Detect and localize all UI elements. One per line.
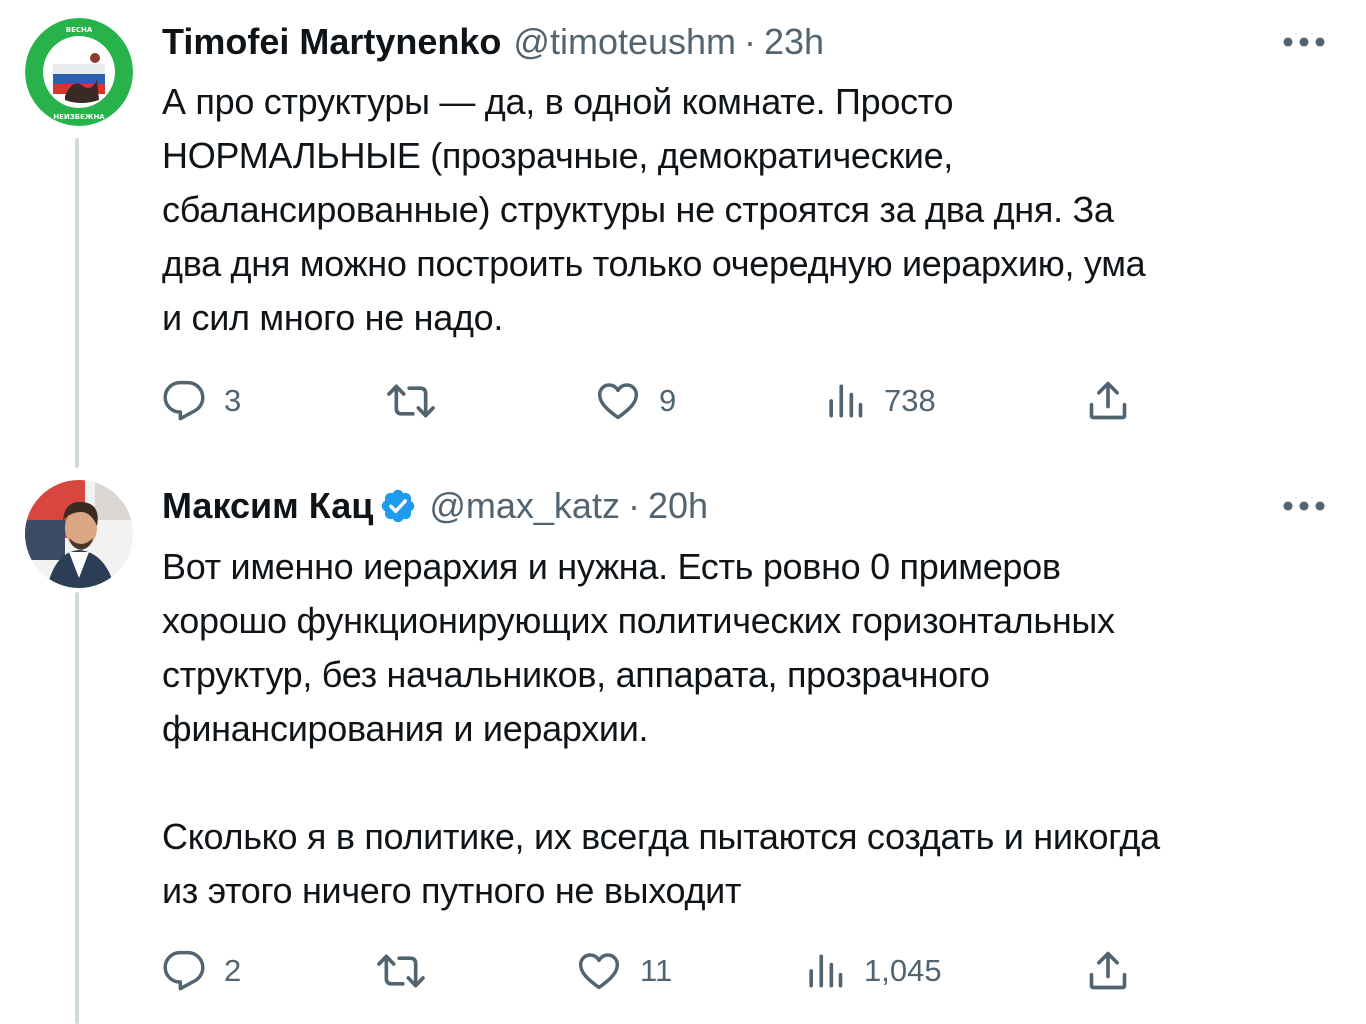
thread-line-top bbox=[75, 138, 79, 468]
verified-badge-icon[interactable] bbox=[379, 487, 417, 525]
tweet-actions: 2 11 1,045 bbox=[162, 946, 1162, 996]
svg-text:НЕИЗБЕЖНА: НЕИЗБЕЖНА bbox=[53, 113, 105, 121]
like-button[interactable]: 11 bbox=[576, 946, 672, 996]
reply-button[interactable]: 2 bbox=[162, 946, 241, 996]
retweet-icon bbox=[377, 954, 425, 988]
heart-icon bbox=[578, 953, 620, 990]
tweet-actions: 3 9 738 bbox=[162, 376, 1162, 426]
share-button[interactable] bbox=[1086, 376, 1130, 426]
views-button[interactable]: 738 bbox=[822, 376, 936, 426]
author-handle[interactable]: @timoteushm bbox=[513, 21, 736, 63]
svg-text:ВЕСНА: ВЕСНА bbox=[66, 26, 93, 34]
avatar-image bbox=[25, 480, 133, 588]
views-icon bbox=[809, 954, 843, 988]
like-count: 11 bbox=[640, 953, 673, 988]
reply-count: 2 bbox=[224, 953, 242, 988]
share-icon bbox=[1089, 381, 1127, 420]
author-handle[interactable]: @max_katz bbox=[429, 485, 620, 527]
author-name[interactable]: Timofei Martynenko bbox=[162, 21, 501, 63]
separator-dot: · bbox=[627, 485, 640, 526]
avatar-image: ВЕСНА НЕИЗБЕЖНА bbox=[25, 18, 133, 126]
tweet-header: Timofei Martynenko @timoteushm · 23h bbox=[162, 16, 1326, 68]
tweet-text: Вот именно иерархия и нужна. Есть ровно … bbox=[162, 546, 1160, 911]
tweet-text: А про структуры — да, в одной комнате. П… bbox=[162, 81, 1146, 338]
views-icon bbox=[829, 384, 863, 418]
avatar[interactable]: ВЕСНА НЕИЗБЕЖНА bbox=[25, 18, 133, 126]
retweet-button[interactable] bbox=[376, 946, 426, 996]
tweet-time[interactable]: 20h bbox=[648, 485, 708, 527]
retweet-icon bbox=[387, 384, 435, 418]
author-name[interactable]: Максим Кац bbox=[162, 485, 373, 527]
views-count: 1,045 bbox=[864, 953, 942, 988]
reply-icon bbox=[163, 380, 205, 421]
avatar[interactable] bbox=[25, 480, 133, 588]
views-button[interactable]: 1,045 bbox=[802, 946, 942, 996]
more-button[interactable] bbox=[1282, 16, 1326, 68]
more-icon bbox=[1283, 37, 1325, 47]
retweet-button[interactable] bbox=[386, 376, 436, 426]
separator-dot: · bbox=[744, 21, 757, 62]
like-button[interactable]: 9 bbox=[595, 376, 676, 426]
reply-button[interactable]: 3 bbox=[162, 376, 241, 426]
views-count: 738 bbox=[884, 383, 936, 418]
reply-count: 3 bbox=[224, 383, 242, 418]
share-icon bbox=[1089, 951, 1127, 990]
reply-icon bbox=[163, 950, 205, 991]
like-count: 9 bbox=[659, 383, 677, 418]
thread-line-bottom bbox=[75, 592, 79, 1024]
share-button[interactable] bbox=[1086, 946, 1130, 996]
more-icon bbox=[1283, 501, 1325, 511]
more-button[interactable] bbox=[1282, 480, 1326, 532]
tweet-time[interactable]: 23h bbox=[764, 21, 824, 63]
tweet-header: Максим Кац @max_katz · 20h bbox=[162, 480, 1326, 532]
heart-icon bbox=[597, 383, 639, 420]
